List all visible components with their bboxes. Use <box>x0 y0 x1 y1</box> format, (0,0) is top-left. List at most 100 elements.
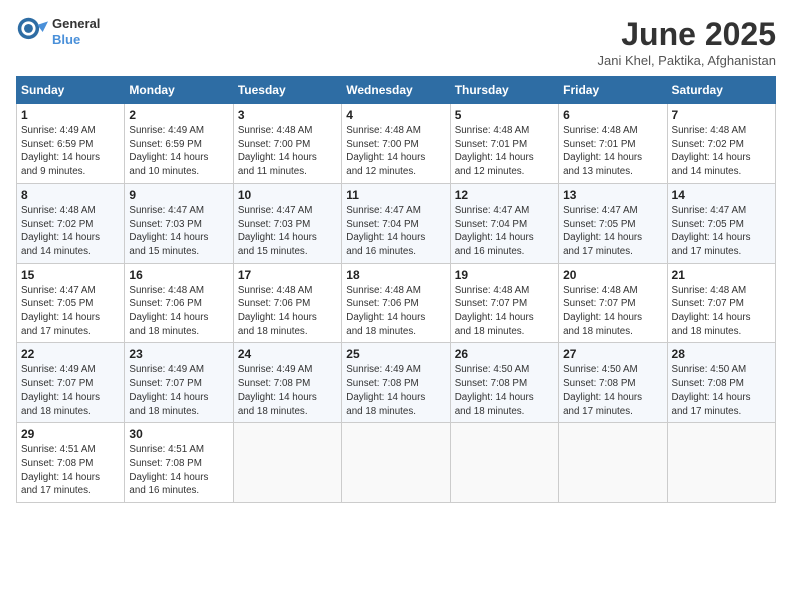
calendar-cell: 20 Sunrise: 4:48 AM Sunset: 7:07 PM Dayli… <box>559 263 667 343</box>
day-info: Sunrise: 4:49 AM Sunset: 7:07 PM Dayligh… <box>129 363 228 418</box>
calendar-cell: 17 Sunrise: 4:48 AM Sunset: 7:06 PM Dayli… <box>233 263 341 343</box>
calendar-week-2: 8 Sunrise: 4:48 AM Sunset: 7:02 PM Daylig… <box>17 183 776 263</box>
header-friday: Friday <box>559 77 667 104</box>
day-info: Sunrise: 4:51 AM Sunset: 7:08 PM Dayligh… <box>129 443 228 498</box>
day-info: Sunrise: 4:51 AM Sunset: 7:08 PM Dayligh… <box>21 443 120 498</box>
calendar-cell <box>450 423 558 503</box>
calendar-cell: 4 Sunrise: 4:48 AM Sunset: 7:00 PM Daylig… <box>342 104 450 184</box>
day-info: Sunrise: 4:48 AM Sunset: 7:00 PM Dayligh… <box>346 124 445 179</box>
day-number: 29 <box>21 427 120 441</box>
day-info: Sunrise: 4:49 AM Sunset: 6:59 PM Dayligh… <box>21 124 120 179</box>
day-number: 30 <box>129 427 228 441</box>
day-info: Sunrise: 4:49 AM Sunset: 7:07 PM Dayligh… <box>21 363 120 418</box>
day-number: 3 <box>238 108 337 122</box>
day-info: Sunrise: 4:48 AM Sunset: 7:02 PM Dayligh… <box>672 124 771 179</box>
day-info: Sunrise: 4:47 AM Sunset: 7:03 PM Dayligh… <box>129 204 228 259</box>
header-thursday: Thursday <box>450 77 558 104</box>
calendar-cell: 9Sunrise: 4:47 AM Sunset: 7:03 PM Daylig… <box>125 183 233 263</box>
calendar-week-5: 29 Sunrise: 4:51 AM Sunset: 7:08 PM Dayli… <box>17 423 776 503</box>
header-wednesday: Wednesday <box>342 77 450 104</box>
day-number: 15 <box>21 268 120 282</box>
calendar-cell <box>233 423 341 503</box>
logo-icon <box>16 16 48 48</box>
day-number: 25 <box>346 347 445 361</box>
day-info: Sunrise: 4:48 AM Sunset: 7:06 PM Dayligh… <box>346 284 445 339</box>
day-number: 1 <box>21 108 120 122</box>
day-info: Sunrise: 4:49 AM Sunset: 6:59 PM Dayligh… <box>129 124 228 179</box>
logo-line1: General <box>52 16 100 32</box>
day-info: Sunrise: 4:48 AM Sunset: 7:01 PM Dayligh… <box>563 124 662 179</box>
day-info: Sunrise: 4:47 AM Sunset: 7:05 PM Dayligh… <box>21 284 120 339</box>
day-info: Sunrise: 4:48 AM Sunset: 7:00 PM Dayligh… <box>238 124 337 179</box>
calendar-cell: 3 Sunrise: 4:48 AM Sunset: 7:00 PM Daylig… <box>233 104 341 184</box>
day-info: Sunrise: 4:47 AM Sunset: 7:03 PM Dayligh… <box>238 204 337 259</box>
day-info: Sunrise: 4:47 AM Sunset: 7:04 PM Dayligh… <box>346 204 445 259</box>
day-info: Sunrise: 4:48 AM Sunset: 7:07 PM Dayligh… <box>563 284 662 339</box>
calendar-cell: 24 Sunrise: 4:49 AM Sunset: 7:08 PM Dayli… <box>233 343 341 423</box>
day-number: 6 <box>563 108 662 122</box>
day-number: 28 <box>672 347 771 361</box>
calendar-cell: 22 Sunrise: 4:49 AM Sunset: 7:07 PM Dayli… <box>17 343 125 423</box>
calendar-cell: 16 Sunrise: 4:48 AM Sunset: 7:06 PM Dayli… <box>125 263 233 343</box>
logo-text: General Blue <box>52 16 100 47</box>
day-info: Sunrise: 4:48 AM Sunset: 7:07 PM Dayligh… <box>672 284 771 339</box>
calendar-cell: 6 Sunrise: 4:48 AM Sunset: 7:01 PM Daylig… <box>559 104 667 184</box>
header-sunday: Sunday <box>17 77 125 104</box>
day-info: Sunrise: 4:49 AM Sunset: 7:08 PM Dayligh… <box>346 363 445 418</box>
month-title: June 2025 <box>597 16 776 53</box>
day-info: Sunrise: 4:47 AM Sunset: 7:05 PM Dayligh… <box>563 204 662 259</box>
calendar-cell: 11Sunrise: 4:47 AM Sunset: 7:04 PM Dayli… <box>342 183 450 263</box>
calendar-cell: 21 Sunrise: 4:48 AM Sunset: 7:07 PM Dayli… <box>667 263 775 343</box>
day-number: 13 <box>563 188 662 202</box>
day-info: Sunrise: 4:47 AM Sunset: 7:04 PM Dayligh… <box>455 204 554 259</box>
day-number: 2 <box>129 108 228 122</box>
day-number: 4 <box>346 108 445 122</box>
day-info: Sunrise: 4:48 AM Sunset: 7:06 PM Dayligh… <box>129 284 228 339</box>
header-monday: Monday <box>125 77 233 104</box>
calendar-cell <box>559 423 667 503</box>
day-number: 22 <box>21 347 120 361</box>
calendar-cell: 28Sunrise: 4:50 AM Sunset: 7:08 PM Dayli… <box>667 343 775 423</box>
logo: General Blue <box>16 16 100 48</box>
calendar-week-1: 1 Sunrise: 4:49 AM Sunset: 6:59 PM Daylig… <box>17 104 776 184</box>
calendar-cell: 13 Sunrise: 4:47 AM Sunset: 7:05 PM Dayli… <box>559 183 667 263</box>
calendar-cell: 26Sunrise: 4:50 AM Sunset: 7:08 PM Dayli… <box>450 343 558 423</box>
calendar-cell: 2 Sunrise: 4:49 AM Sunset: 6:59 PM Daylig… <box>125 104 233 184</box>
calendar-cell: 7 Sunrise: 4:48 AM Sunset: 7:02 PM Daylig… <box>667 104 775 184</box>
calendar-cell: 12 Sunrise: 4:47 AM Sunset: 7:04 PM Dayli… <box>450 183 558 263</box>
day-number: 7 <box>672 108 771 122</box>
day-info: Sunrise: 4:48 AM Sunset: 7:02 PM Dayligh… <box>21 204 120 259</box>
day-number: 24 <box>238 347 337 361</box>
day-number: 20 <box>563 268 662 282</box>
day-number: 5 <box>455 108 554 122</box>
header-saturday: Saturday <box>667 77 775 104</box>
day-number: 23 <box>129 347 228 361</box>
day-info: Sunrise: 4:48 AM Sunset: 7:06 PM Dayligh… <box>238 284 337 339</box>
calendar-table: SundayMondayTuesdayWednesdayThursdayFrid… <box>16 76 776 503</box>
calendar-cell: 14Sunrise: 4:47 AM Sunset: 7:05 PM Dayli… <box>667 183 775 263</box>
day-number: 26 <box>455 347 554 361</box>
day-info: Sunrise: 4:48 AM Sunset: 7:07 PM Dayligh… <box>455 284 554 339</box>
title-block: June 2025 Jani Khel, Paktika, Afghanista… <box>597 16 776 68</box>
calendar-cell: 27Sunrise: 4:50 AM Sunset: 7:08 PM Dayli… <box>559 343 667 423</box>
page-header: General Blue June 2025 Jani Khel, Paktik… <box>16 16 776 68</box>
calendar-cell: 10Sunrise: 4:47 AM Sunset: 7:03 PM Dayli… <box>233 183 341 263</box>
calendar-cell: 15 Sunrise: 4:47 AM Sunset: 7:05 PM Dayli… <box>17 263 125 343</box>
day-info: Sunrise: 4:48 AM Sunset: 7:01 PM Dayligh… <box>455 124 554 179</box>
day-number: 17 <box>238 268 337 282</box>
location-subtitle: Jani Khel, Paktika, Afghanistan <box>597 53 776 68</box>
day-number: 8 <box>21 188 120 202</box>
calendar-cell: 29 Sunrise: 4:51 AM Sunset: 7:08 PM Dayli… <box>17 423 125 503</box>
day-info: Sunrise: 4:49 AM Sunset: 7:08 PM Dayligh… <box>238 363 337 418</box>
day-number: 16 <box>129 268 228 282</box>
calendar-cell: 5 Sunrise: 4:48 AM Sunset: 7:01 PM Daylig… <box>450 104 558 184</box>
calendar-cell <box>342 423 450 503</box>
calendar-cell: 19Sunrise: 4:48 AM Sunset: 7:07 PM Dayli… <box>450 263 558 343</box>
day-number: 12 <box>455 188 554 202</box>
logo-line2: Blue <box>52 32 100 48</box>
day-number: 21 <box>672 268 771 282</box>
calendar-cell: 23 Sunrise: 4:49 AM Sunset: 7:07 PM Dayli… <box>125 343 233 423</box>
header-tuesday: Tuesday <box>233 77 341 104</box>
calendar-header-row: SundayMondayTuesdayWednesdayThursdayFrid… <box>17 77 776 104</box>
calendar-cell: 30 Sunrise: 4:51 AM Sunset: 7:08 PM Dayli… <box>125 423 233 503</box>
